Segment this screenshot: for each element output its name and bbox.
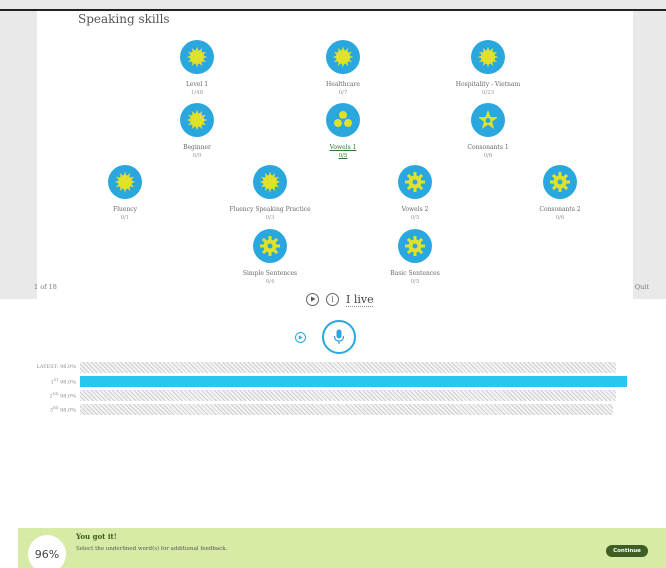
lesson-progress: 0/4 xyxy=(200,279,340,285)
sun-icon xyxy=(331,45,355,69)
lesson-name[interactable]: Hospitality - Vietnam xyxy=(418,81,558,88)
lesson-icon-circle[interactable] xyxy=(543,165,577,199)
lesson-name[interactable]: Consonants 2 xyxy=(490,206,630,213)
play-icon xyxy=(298,335,303,340)
info-button[interactable]: i xyxy=(326,293,339,306)
lesson-name[interactable]: Level 1 xyxy=(127,81,267,88)
gear-icon xyxy=(258,234,282,258)
lesson-progress: 0/9 xyxy=(127,153,267,159)
lesson-progress: 0/6 xyxy=(490,215,630,221)
lesson-icon-circle[interactable] xyxy=(326,40,360,74)
lesson-item[interactable]: Consonants 1 0/6 xyxy=(418,103,558,159)
lesson-name[interactable]: Beginner xyxy=(127,144,267,151)
microphone-icon xyxy=(333,329,345,345)
score-value: 98.0% xyxy=(60,394,76,400)
lesson-name[interactable]: Simple Sentences xyxy=(200,270,340,277)
lesson-progress: 0/6 xyxy=(418,153,558,159)
lesson-item[interactable]: Basic Sentences 0/5 xyxy=(345,229,485,285)
gear-icon xyxy=(403,170,427,194)
lesson-name[interactable]: Consonants 1 xyxy=(418,144,558,151)
lesson-progress: 0/1 xyxy=(55,215,195,221)
lesson-item[interactable]: Healthcare 0/7 xyxy=(273,40,413,96)
course-title: Speaking skills xyxy=(78,12,170,26)
score-value: 98.0% xyxy=(60,408,76,414)
sun-icon xyxy=(258,170,282,194)
score-label: LATEST: 98.0% xyxy=(0,364,76,370)
lesson-item[interactable]: Vowels 2 0/5 xyxy=(345,165,485,221)
lesson-icon-circle[interactable] xyxy=(180,40,214,74)
lesson-name[interactable]: Vowels 2 xyxy=(345,206,485,213)
lesson-item[interactable]: Fluency 0/1 xyxy=(55,165,195,221)
score-bar xyxy=(80,376,627,387)
lesson-icon-circle[interactable] xyxy=(398,229,432,263)
score-rank-suffix: RD xyxy=(53,406,58,410)
score-label: 3RD 98.0% xyxy=(0,406,76,414)
lesson-icon-circle[interactable] xyxy=(326,103,360,137)
gear-icon xyxy=(403,234,427,258)
lesson-name[interactable]: Fluency xyxy=(55,206,195,213)
feedback-title: You got it! xyxy=(76,532,117,541)
score-prefix: LATEST: xyxy=(37,364,59,370)
sun-icon xyxy=(113,170,137,194)
lesson-icon-circle[interactable] xyxy=(471,103,505,137)
sun-icon xyxy=(185,108,209,132)
lesson-progress: 0/5 xyxy=(273,153,413,159)
play-icon xyxy=(310,296,316,302)
lesson-progress: 0/5 xyxy=(345,215,485,221)
gear-icon xyxy=(548,170,572,194)
score-label: 1ST 98.0% xyxy=(0,378,76,386)
continue-button[interactable]: Continue xyxy=(606,545,648,557)
score-bar xyxy=(80,362,616,373)
record-button[interactable] xyxy=(322,320,356,354)
score-bar xyxy=(80,404,613,415)
lesson-icon-circle[interactable] xyxy=(471,40,505,74)
lesson-item[interactable]: Beginner 0/9 xyxy=(127,103,267,159)
lesson-name[interactable]: Fluency Speaking Practice xyxy=(200,206,340,213)
lesson-name[interactable]: Basic Sentences xyxy=(345,270,485,277)
shapes-icon xyxy=(331,108,355,132)
score-rank-suffix: ST xyxy=(54,378,59,382)
word-row: i I live xyxy=(306,292,374,306)
star-icon xyxy=(476,108,500,132)
lesson-icon-circle[interactable] xyxy=(398,165,432,199)
sun-icon xyxy=(476,45,500,69)
sun-icon xyxy=(185,45,209,69)
lesson-icon-circle[interactable] xyxy=(108,165,142,199)
score-rank-suffix: ND xyxy=(53,392,59,396)
lesson-name[interactable]: Vowels 1 xyxy=(273,144,413,151)
play-button[interactable] xyxy=(306,293,319,306)
playback-button[interactable] xyxy=(295,332,306,343)
record-row xyxy=(295,320,356,354)
lesson-item[interactable]: Level 1 1/48 xyxy=(127,40,267,96)
lesson-item[interactable]: Fluency Speaking Practice 0/3 xyxy=(200,165,340,221)
lesson-icon-circle[interactable] xyxy=(253,165,287,199)
score-value: 98.0% xyxy=(60,380,76,386)
lesson-icon-circle[interactable] xyxy=(180,103,214,137)
score-value: 98.0% xyxy=(60,364,76,370)
lesson-progress: 0/7 xyxy=(273,90,413,96)
lesson-item[interactable]: Vowels 1 0/5 xyxy=(273,103,413,159)
lesson-icon-circle[interactable] xyxy=(253,229,287,263)
target-word[interactable]: I live xyxy=(346,293,374,306)
lesson-progress: 0/3 xyxy=(200,215,340,221)
lesson-name[interactable]: Healthcare xyxy=(273,81,413,88)
lesson-progress: 0/23 xyxy=(418,90,558,96)
score-badge: 96% xyxy=(28,535,66,568)
exercise-counter: 1 of 18 xyxy=(34,283,57,291)
score-bar xyxy=(80,390,616,401)
score-label: 2ND 98.0% xyxy=(0,392,76,400)
lesson-progress: 0/5 xyxy=(345,279,485,285)
quit-link[interactable]: Quit xyxy=(635,283,649,291)
lesson-item[interactable]: Hospitality - Vietnam 0/23 xyxy=(418,40,558,96)
lesson-progress: 1/48 xyxy=(127,90,267,96)
lesson-item[interactable]: Consonants 2 0/6 xyxy=(490,165,630,221)
lesson-item[interactable]: Simple Sentences 0/4 xyxy=(200,229,340,285)
feedback-message: Select the underlined word(s) for additi… xyxy=(76,546,227,552)
